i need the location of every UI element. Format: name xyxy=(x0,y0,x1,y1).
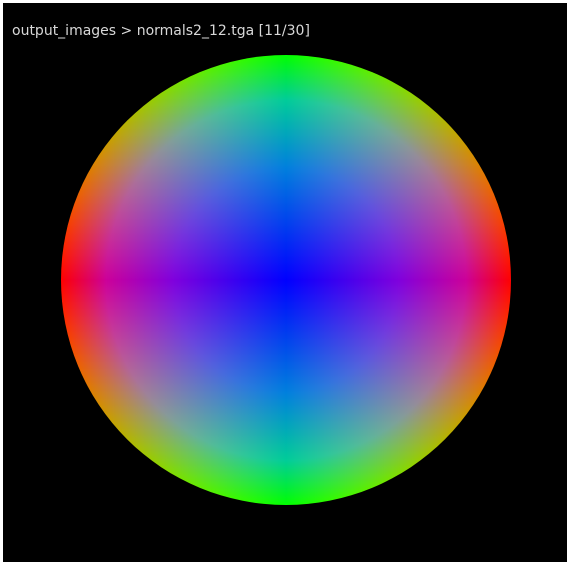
image-canvas xyxy=(61,55,511,505)
normal-map-sphere xyxy=(61,55,511,505)
image-viewer[interactable]: output_images > normals2_12.tga [11/30] xyxy=(3,3,567,562)
